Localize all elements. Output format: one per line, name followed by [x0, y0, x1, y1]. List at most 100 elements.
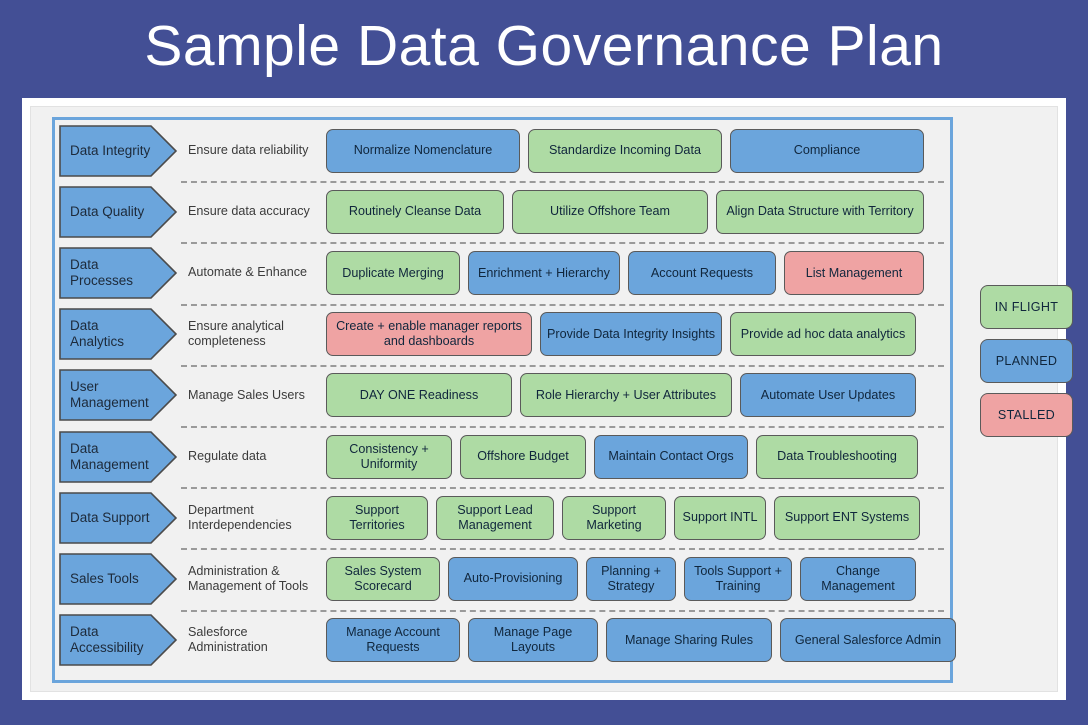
matrix-row: Data Analytics Ensure analytical complete…: [55, 303, 950, 365]
category-chevron[interactable]: Data Analytics: [59, 308, 177, 360]
category-label: Data Support: [70, 509, 150, 525]
category-chevron[interactable]: Data Accessibility: [59, 614, 177, 666]
diagram-canvas: Data Integrity Ensure data reliability Nor…: [30, 106, 1073, 692]
row-description: Salesforce Administration: [188, 624, 268, 655]
initiative-card-group: Manage Account Requests Manage Page Layou…: [326, 618, 962, 663]
initiative-card[interactable]: Data Troubleshooting: [756, 434, 918, 479]
initiative-card[interactable]: Provide ad hoc data analytics: [730, 312, 916, 357]
category-label: User Management: [70, 379, 149, 411]
initiative-card-group: Support Territories Support Lead Manageme…: [326, 495, 950, 540]
row-divider: [181, 181, 944, 184]
diagram-frame: Data Integrity Ensure data reliability Nor…: [22, 98, 1073, 700]
row-description: Department Interdependencies: [188, 502, 292, 532]
initiative-card-group: Normalize Nomenclature Standardize Incomi…: [326, 128, 950, 173]
category-chevron[interactable]: Data Quality: [59, 185, 177, 238]
row-divider: [181, 242, 944, 245]
initiative-card[interactable]: DAY ONE Readiness: [326, 373, 512, 418]
initiative-card-group: Routinely Cleanse Data Utilize Offshore T…: [326, 189, 950, 234]
legend-item-planned[interactable]: PLANNED: [980, 339, 1073, 383]
matrix-row: Data Processes Automate & Enhance Duplicat…: [55, 242, 950, 303]
category-label: Data Analytics: [70, 318, 125, 350]
initiative-card[interactable]: Support INTL: [674, 495, 766, 540]
row-divider: [181, 548, 944, 551]
initiative-card[interactable]: Planning + Strategy: [586, 556, 676, 601]
matrix-row: Data Quality Ensure data accuracy Routinel…: [55, 181, 950, 242]
initiative-card-group: Duplicate Merging Enrichment + Hierarchy A…: [326, 250, 950, 295]
initiative-card[interactable]: Create + enable manager reports and dash…: [326, 312, 532, 357]
row-divider: [181, 364, 944, 367]
row-description: Administration & Management of Tools: [188, 563, 309, 593]
category-cell: Sales Tools: [55, 553, 181, 605]
initiative-card[interactable]: Automate User Updates: [740, 373, 916, 418]
initiative-card[interactable]: General Salesforce Admin: [780, 618, 956, 663]
legend-item-stalled[interactable]: STALLED: [980, 393, 1073, 437]
initiative-card-group: DAY ONE Readiness Role Hierarchy + User A…: [326, 373, 950, 418]
category-chevron[interactable]: Data Processes: [59, 247, 177, 299]
category-cell: Data Accessibility: [55, 614, 181, 666]
initiative-card[interactable]: Support ENT Systems: [774, 495, 920, 540]
initiative-card[interactable]: Sales System Scorecard: [326, 556, 440, 601]
initiative-card[interactable]: Compliance: [730, 128, 924, 173]
category-label: Data Integrity: [70, 142, 151, 158]
row-divider: [181, 303, 944, 306]
initiative-card[interactable]: Offshore Budget: [460, 434, 586, 479]
category-cell: Data Support: [55, 491, 181, 544]
matrix-row: Data Accessibility Salesforce Administrat…: [55, 609, 956, 671]
title-bar: Sample Data Governance Plan: [0, 0, 1088, 98]
initiative-card[interactable]: Normalize Nomenclature: [326, 128, 520, 173]
initiative-card[interactable]: Tools Support + Training: [684, 556, 792, 601]
row-divider: [181, 487, 944, 490]
matrix-row: Data Management Regulate data Consistency …: [55, 425, 950, 487]
initiative-card-group: Sales System Scorecard Auto-Provisioning P…: [326, 556, 950, 601]
row-divider: [181, 425, 944, 428]
category-label: Data Accessibility: [70, 624, 144, 656]
initiative-card[interactable]: Enrichment + Hierarchy: [468, 250, 620, 295]
initiative-card[interactable]: Routinely Cleanse Data: [326, 189, 504, 234]
row-description: Regulate data: [188, 448, 267, 463]
initiative-card[interactable]: Align Data Structure with Territory: [716, 189, 924, 234]
row-description: Ensure data accuracy: [188, 204, 310, 219]
category-chevron[interactable]: Data Support: [59, 491, 177, 544]
category-label: Sales Tools: [70, 570, 139, 586]
category-cell: Data Processes: [55, 247, 181, 299]
initiative-card[interactable]: Role Hierarchy + User Attributes: [520, 373, 732, 418]
initiative-card[interactable]: Consistency + Uniformity: [326, 434, 452, 479]
row-description: Ensure data reliability: [188, 143, 309, 158]
category-chevron[interactable]: User Management: [59, 369, 177, 422]
category-label: Data Processes: [70, 257, 134, 288]
initiative-card[interactable]: Account Requests: [628, 250, 776, 295]
initiative-card-group: Consistency + Uniformity Offshore Budget M…: [326, 434, 950, 479]
initiative-card[interactable]: Manage Page Layouts: [468, 618, 598, 663]
matrix-row: User Management Manage Sales Users DAY ONE…: [55, 364, 950, 426]
matrix-row: Data Integrity Ensure data reliability Nor…: [55, 120, 950, 181]
initiative-card[interactable]: Standardize Incoming Data: [528, 128, 722, 173]
category-label: Data Quality: [70, 203, 145, 219]
initiative-card[interactable]: List Management: [784, 250, 924, 295]
category-cell: Data Management: [55, 430, 181, 483]
matrix-row: Sales Tools Administration & Management o…: [55, 548, 950, 609]
category-chevron[interactable]: Sales Tools: [59, 553, 177, 605]
initiative-card[interactable]: Auto-Provisioning: [448, 556, 578, 601]
initiative-card[interactable]: Maintain Contact Orgs: [594, 434, 748, 479]
category-label: Data Management: [70, 440, 149, 472]
legend-item-in-flight[interactable]: IN FLIGHT: [980, 285, 1073, 329]
status-legend: IN FLIGHT PLANNED STALLED: [980, 117, 1075, 683]
row-description: Ensure analytical completeness: [188, 319, 284, 349]
governance-matrix: Data Integrity Ensure data reliability Nor…: [52, 117, 956, 683]
initiative-card[interactable]: Utilize Offshore Team: [512, 189, 708, 234]
initiative-card[interactable]: Duplicate Merging: [326, 250, 460, 295]
initiative-card[interactable]: Manage Sharing Rules: [606, 618, 772, 663]
row-description: Automate & Enhance: [188, 265, 308, 280]
matrix-row: Data Support Department Interdependencies…: [55, 487, 950, 548]
page-title: Sample Data Governance Plan: [144, 13, 944, 78]
category-cell: Data Analytics: [55, 308, 181, 360]
category-chevron[interactable]: Data Management: [59, 430, 177, 483]
initiative-card[interactable]: Support Territories: [326, 495, 428, 540]
category-chevron[interactable]: Data Integrity: [59, 124, 177, 177]
initiative-card[interactable]: Change Management: [800, 556, 916, 601]
initiative-card[interactable]: Provide Data Integrity Insights: [540, 312, 722, 357]
initiative-card[interactable]: Support Lead Management: [436, 495, 554, 540]
initiative-card[interactable]: Support Marketing: [562, 495, 666, 540]
category-cell: Data Quality: [55, 185, 181, 238]
initiative-card[interactable]: Manage Account Requests: [326, 618, 460, 663]
